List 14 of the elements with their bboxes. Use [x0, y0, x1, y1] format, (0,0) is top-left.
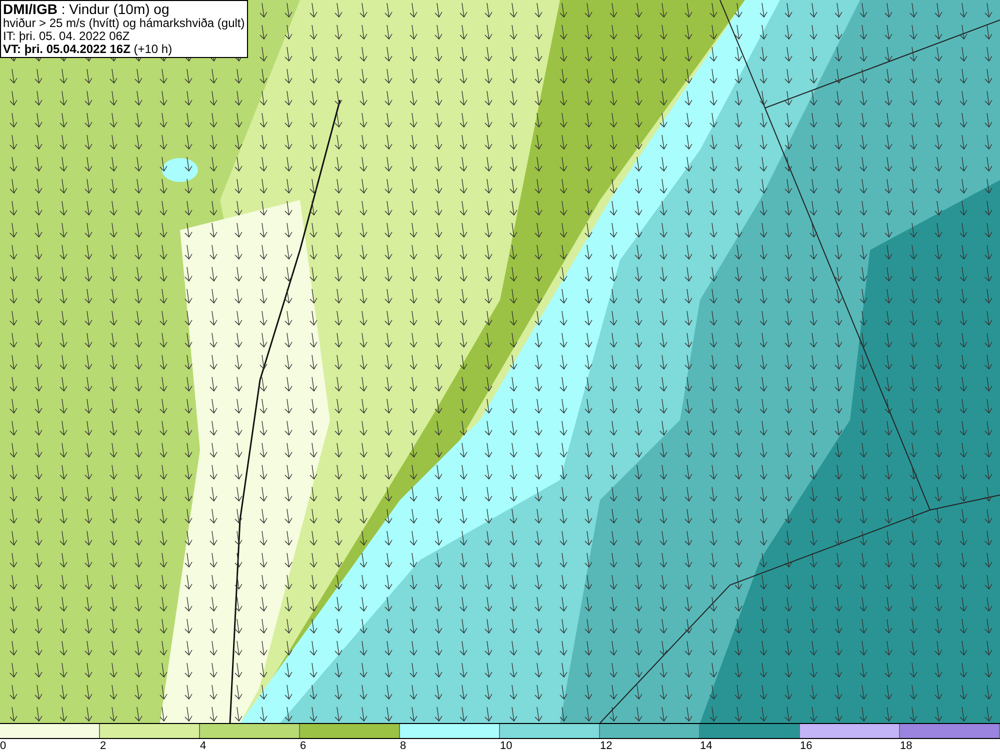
legend-tick-label: 8	[400, 740, 406, 752]
legend-tick-label: 16	[800, 740, 812, 752]
caption-line: VT: þri. 05.04.2022 16Z (+10 h)	[3, 43, 174, 56]
legend-tick-label: 18	[900, 740, 912, 752]
legend-tick-label: 4	[200, 740, 206, 752]
legend-tick-label: 6	[300, 740, 306, 752]
caption-line: hviður > 25 m/s (hvítt) og hámarkshviða (gult)	[3, 17, 245, 30]
legend-tick-label: 10	[500, 740, 512, 752]
legend-tick-label: 14	[700, 740, 712, 752]
legend-tick-label: 12	[600, 740, 612, 752]
caption-line: IT: þri. 05. 04. 2022 06Z	[3, 30, 130, 43]
legend-tick-label: 0	[0, 740, 6, 752]
caption-line: DMI/IGB : Vindur (10m) og	[3, 2, 170, 17]
legend-tick-label: 2	[100, 740, 106, 752]
